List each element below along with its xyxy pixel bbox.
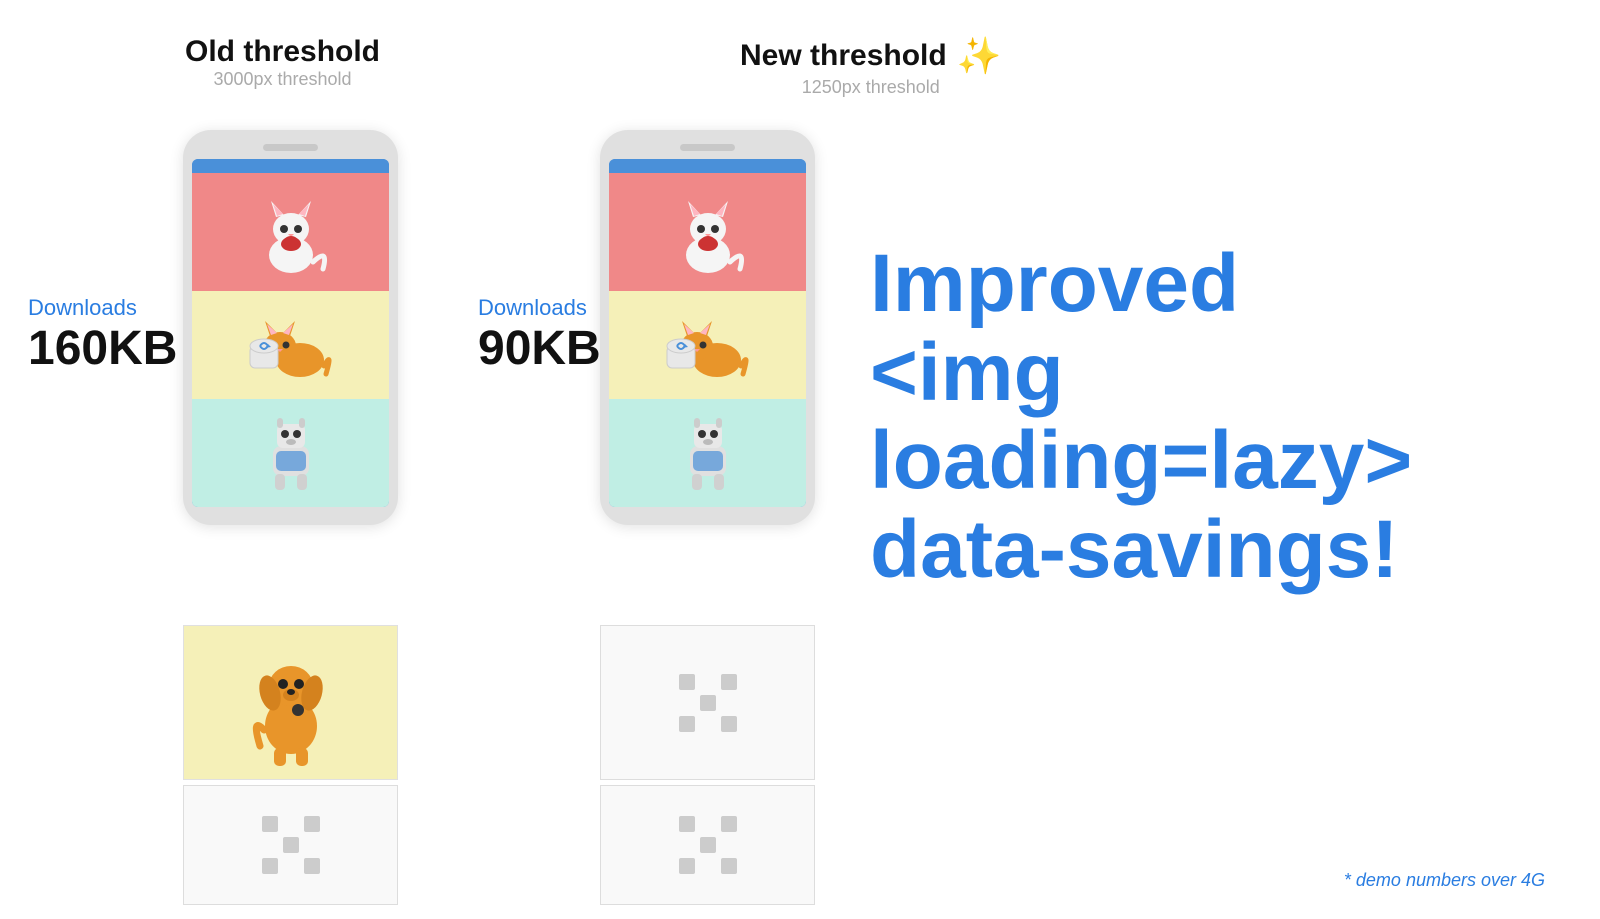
line2-text: <img loading=lazy> xyxy=(870,327,1412,507)
message-section: Improved <img loading=lazy> data-savings… xyxy=(870,240,1560,594)
robot-dog-svg-r xyxy=(668,408,748,498)
robot-dog-svg xyxy=(251,408,331,498)
right-phone-notch xyxy=(680,144,735,151)
old-threshold-title: Old threshold xyxy=(185,35,380,69)
left-img-dog-cyan xyxy=(192,399,389,507)
loading-spinner-right-5 xyxy=(679,816,737,874)
right-4th-placeholder xyxy=(600,625,815,780)
white-cat-svg xyxy=(251,187,331,277)
loading-spinner-left xyxy=(262,816,320,874)
left-img-cat-red xyxy=(192,173,389,291)
new-threshold-subtitle: 1250px threshold xyxy=(802,77,940,98)
right-5th-placeholder xyxy=(600,785,815,905)
yellow-dog-svg xyxy=(246,638,336,768)
right-img-cat-yellow xyxy=(609,291,806,399)
right-downloads-size: 90KB xyxy=(478,321,601,376)
loading-spinner-right-4 xyxy=(679,674,737,732)
left-downloads-size: 160KB xyxy=(28,321,177,376)
new-threshold-title: New threshold xyxy=(740,39,947,73)
phone-notch xyxy=(263,144,318,151)
right-img-cat-red xyxy=(609,173,806,291)
demo-note: * demo numbers over 4G xyxy=(1344,870,1545,891)
white-cat-svg-r xyxy=(668,187,748,277)
old-threshold-header: Old threshold 3000px threshold xyxy=(185,35,380,98)
right-phone-screen xyxy=(609,159,806,507)
right-phone xyxy=(600,130,815,525)
left-downloads-label: Downloads xyxy=(28,295,177,321)
right-img-dog-cyan xyxy=(609,399,806,507)
left-loading-placeholder xyxy=(183,785,398,905)
right-downloads-section: Downloads 90KB xyxy=(478,295,601,376)
left-phone xyxy=(183,130,398,525)
orange-cat-svg xyxy=(248,308,333,383)
left-dog-yellow xyxy=(183,625,398,780)
new-threshold-header: New threshold ✨ 1250px threshold xyxy=(740,35,1002,98)
sparkle-icon: ✨ xyxy=(957,35,1002,77)
left-downloads-section: Downloads 160KB xyxy=(28,295,177,376)
improved-text: Improved <img loading=lazy> data-savings… xyxy=(870,240,1560,594)
left-img-cat-yellow xyxy=(192,291,389,399)
old-threshold-subtitle: 3000px threshold xyxy=(185,69,380,90)
orange-cat-svg-r xyxy=(665,308,750,383)
right-downloads-label: Downloads xyxy=(478,295,601,321)
line3-text: data-savings! xyxy=(870,504,1399,595)
left-phone-screen xyxy=(192,159,389,507)
line1-text: Improved xyxy=(870,238,1239,329)
